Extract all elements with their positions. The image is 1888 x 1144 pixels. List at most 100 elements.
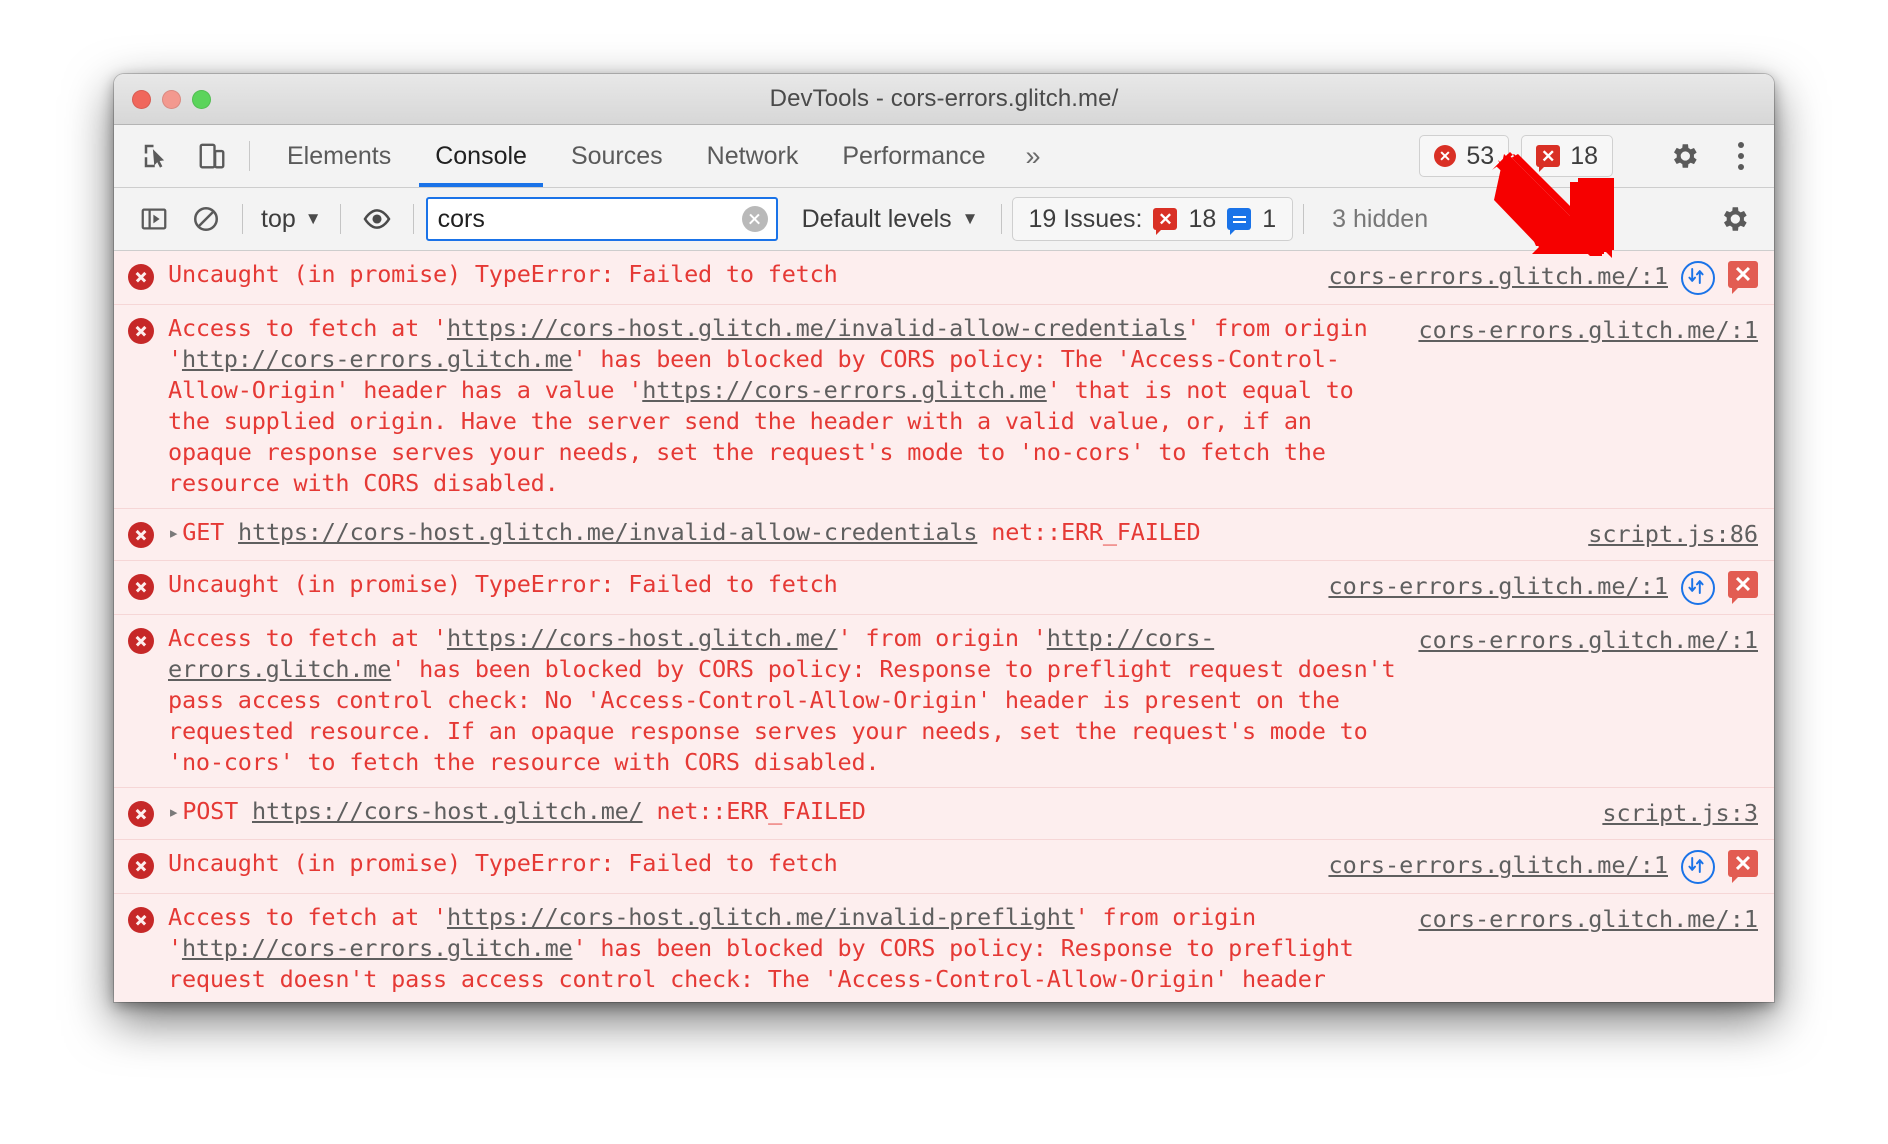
- error-level-icon: [114, 569, 168, 600]
- message-source-link[interactable]: cors-errors.glitch.me/:1: [1328, 571, 1668, 602]
- console-message-list[interactable]: Uncaught (in promise) TypeError: Failed …: [114, 251, 1774, 1002]
- device-toolbar-button[interactable]: [184, 125, 240, 187]
- live-expression-button[interactable]: [351, 193, 403, 245]
- message-source-link[interactable]: cors-errors.glitch.me/:1: [1418, 315, 1758, 346]
- console-filter-input[interactable]: [425, 197, 778, 241]
- message-link[interactable]: https://cors-host.glitch.me/: [447, 624, 838, 652]
- minimize-window-button[interactable]: [162, 89, 181, 109]
- message-source-link[interactable]: script.js:3: [1602, 798, 1758, 829]
- tab-console-label: Console: [435, 141, 527, 170]
- message-link[interactable]: https://cors-host.glitch.me/invalid-allo…: [238, 518, 977, 546]
- issue-bubble-icon: ✕: [1536, 145, 1561, 172]
- tab-performance-label: Performance: [842, 141, 986, 170]
- panel-tabs: Elements Console Sources Network Perform…: [265, 125, 1059, 187]
- network-request-icon[interactable]: [1681, 261, 1715, 295]
- devtools-settings-button[interactable]: [1656, 140, 1712, 172]
- console-sidebar-toggle[interactable]: [128, 193, 180, 245]
- tab-console[interactable]: Console: [413, 125, 549, 187]
- message-source-link[interactable]: cors-errors.glitch.me/:1: [1418, 625, 1758, 656]
- console-message-meta: cors-errors.glitch.me/:1: [1418, 623, 1774, 656]
- clear-console-button[interactable]: [180, 193, 232, 245]
- kebab-dot-3: [1738, 164, 1744, 170]
- console-message-row[interactable]: ▸ POST https://cors-host.glitch.me/ net::…: [114, 788, 1774, 840]
- console-message-meta: cors-errors.glitch.me/:1: [1418, 313, 1774, 346]
- console-message-row[interactable]: Uncaught (in promise) TypeError: Failed …: [114, 840, 1774, 894]
- gear-icon-console: [1724, 207, 1747, 231]
- console-message-row[interactable]: Uncaught (in promise) TypeError: Failed …: [114, 561, 1774, 615]
- console-message-text: Access to fetch at 'https://cors-host.gl…: [168, 313, 1418, 499]
- log-levels-value: Default levels: [801, 204, 952, 233]
- network-request-icon[interactable]: [1681, 571, 1715, 605]
- chevron-down-icon-levels: ▼: [961, 209, 979, 228]
- message-link[interactable]: https://cors-host.glitch.me/invalid-allo…: [447, 314, 1186, 342]
- tab-elements[interactable]: Elements: [265, 125, 413, 187]
- error-level-icon: [114, 902, 168, 933]
- devtools-tabbar: Elements Console Sources Network Perform…: [114, 125, 1774, 188]
- message-text-segment: Access to fetch at ': [168, 624, 447, 652]
- console-message-text: Uncaught (in promise) TypeError: Failed …: [168, 259, 1328, 290]
- expand-triangle-icon[interactable]: ▸: [168, 797, 179, 828]
- message-text-segment: Uncaught (in promise) TypeError: Failed …: [168, 260, 838, 288]
- clear-filter-icon[interactable]: [741, 206, 768, 232]
- message-link[interactable]: https://cors-host.glitch.me/invalid-pref…: [447, 903, 1075, 931]
- console-message-row[interactable]: Access to fetch at 'https://cors-host.gl…: [114, 615, 1774, 788]
- console-sidebar-icon: [141, 208, 167, 230]
- message-text-segment: Access to fetch at ': [168, 314, 447, 342]
- issue-count-badge[interactable]: ✕ 18: [1521, 135, 1613, 177]
- kebab-dot-2: [1738, 153, 1744, 159]
- expand-triangle-icon[interactable]: ▸: [168, 518, 179, 549]
- more-tabs-button[interactable]: »: [1007, 125, 1058, 187]
- message-text-segment: net::ERR_FAILED: [642, 797, 866, 825]
- window-traffic-lights: [132, 89, 211, 109]
- issues-label: 19 Issues:: [1028, 204, 1143, 233]
- message-text-segment: Uncaught (in promise) TypeError: Failed …: [168, 570, 838, 598]
- maximize-window-button[interactable]: [192, 89, 211, 109]
- message-source-link[interactable]: cors-errors.glitch.me/:1: [1328, 261, 1668, 292]
- console-message-meta: script.js:3: [1602, 796, 1774, 829]
- screenshot-root: DevTools - cors-errors.glitch.me/ Elemen…: [0, 0, 1888, 1144]
- console-message-meta: cors-errors.glitch.me/:1 ✕: [1328, 569, 1774, 605]
- tab-sources-label: Sources: [570, 141, 663, 170]
- message-text-segment: Access to fetch at ': [168, 903, 447, 931]
- log-levels-selector[interactable]: Default levels ▼: [790, 205, 991, 234]
- message-link[interactable]: http://cors-errors.glitch.me: [182, 934, 573, 962]
- message-text-segment: Uncaught (in promise) TypeError: Failed …: [168, 849, 838, 877]
- console-settings-button[interactable]: [1708, 193, 1760, 245]
- inspect-element-icon: [144, 144, 165, 168]
- error-level-icon: [114, 796, 168, 827]
- error-count-badge[interactable]: 53: [1419, 135, 1510, 177]
- tab-network[interactable]: Network: [685, 125, 821, 187]
- view-issue-icon[interactable]: ✕: [1728, 850, 1758, 883]
- message-source-link[interactable]: cors-errors.glitch.me/:1: [1418, 904, 1758, 935]
- tab-elements-label: Elements: [287, 141, 392, 170]
- devtools-main-menu-button[interactable]: [1724, 136, 1758, 176]
- tabbar-right-controls: 53 ✕ 18: [1419, 125, 1774, 187]
- error-count-value: 53: [1466, 141, 1495, 170]
- chevron-double-right-icon: »: [1025, 140, 1041, 171]
- close-window-button[interactable]: [132, 89, 151, 109]
- message-source-link[interactable]: script.js:86: [1588, 519, 1758, 550]
- issues-summary-button[interactable]: 19 Issues: ✕ 18 1: [1011, 197, 1294, 241]
- message-link[interactable]: https://cors-errors.glitch.me: [642, 376, 1047, 404]
- tab-performance[interactable]: Performance: [820, 125, 1007, 187]
- message-source-link[interactable]: cors-errors.glitch.me/:1: [1328, 850, 1668, 881]
- inspect-element-button[interactable]: [128, 125, 184, 187]
- console-message-row[interactable]: ▸ GET https://cors-host.glitch.me/invalid…: [114, 509, 1774, 561]
- message-link[interactable]: http://cors-errors.glitch.me: [182, 345, 573, 373]
- console-message-meta: cors-errors.glitch.me/:1 ✕: [1328, 259, 1774, 295]
- gear-icon: [1674, 144, 1697, 168]
- tab-sources[interactable]: Sources: [549, 125, 685, 187]
- execution-context-selector[interactable]: top ▼: [253, 205, 330, 234]
- message-text-segment: net::ERR_FAILED: [977, 518, 1201, 546]
- view-issue-icon[interactable]: ✕: [1728, 571, 1758, 604]
- issues-info-icon: [1227, 208, 1252, 235]
- message-link[interactable]: https://cors-host.glitch.me/: [252, 797, 643, 825]
- console-message-row[interactable]: Uncaught (in promise) TypeError: Failed …: [114, 251, 1774, 305]
- view-issue-icon[interactable]: ✕: [1728, 261, 1758, 294]
- console-message-text: Uncaught (in promise) TypeError: Failed …: [168, 848, 1328, 879]
- network-request-icon[interactable]: [1681, 850, 1715, 884]
- console-message-row[interactable]: Access to fetch at 'https://cors-host.gl…: [114, 305, 1774, 509]
- console-message-row[interactable]: Access to fetch at 'https://cors-host.gl…: [114, 894, 1774, 1002]
- issues-info-count: 1: [1262, 204, 1277, 233]
- message-text-segment: ' from origin ': [837, 624, 1047, 652]
